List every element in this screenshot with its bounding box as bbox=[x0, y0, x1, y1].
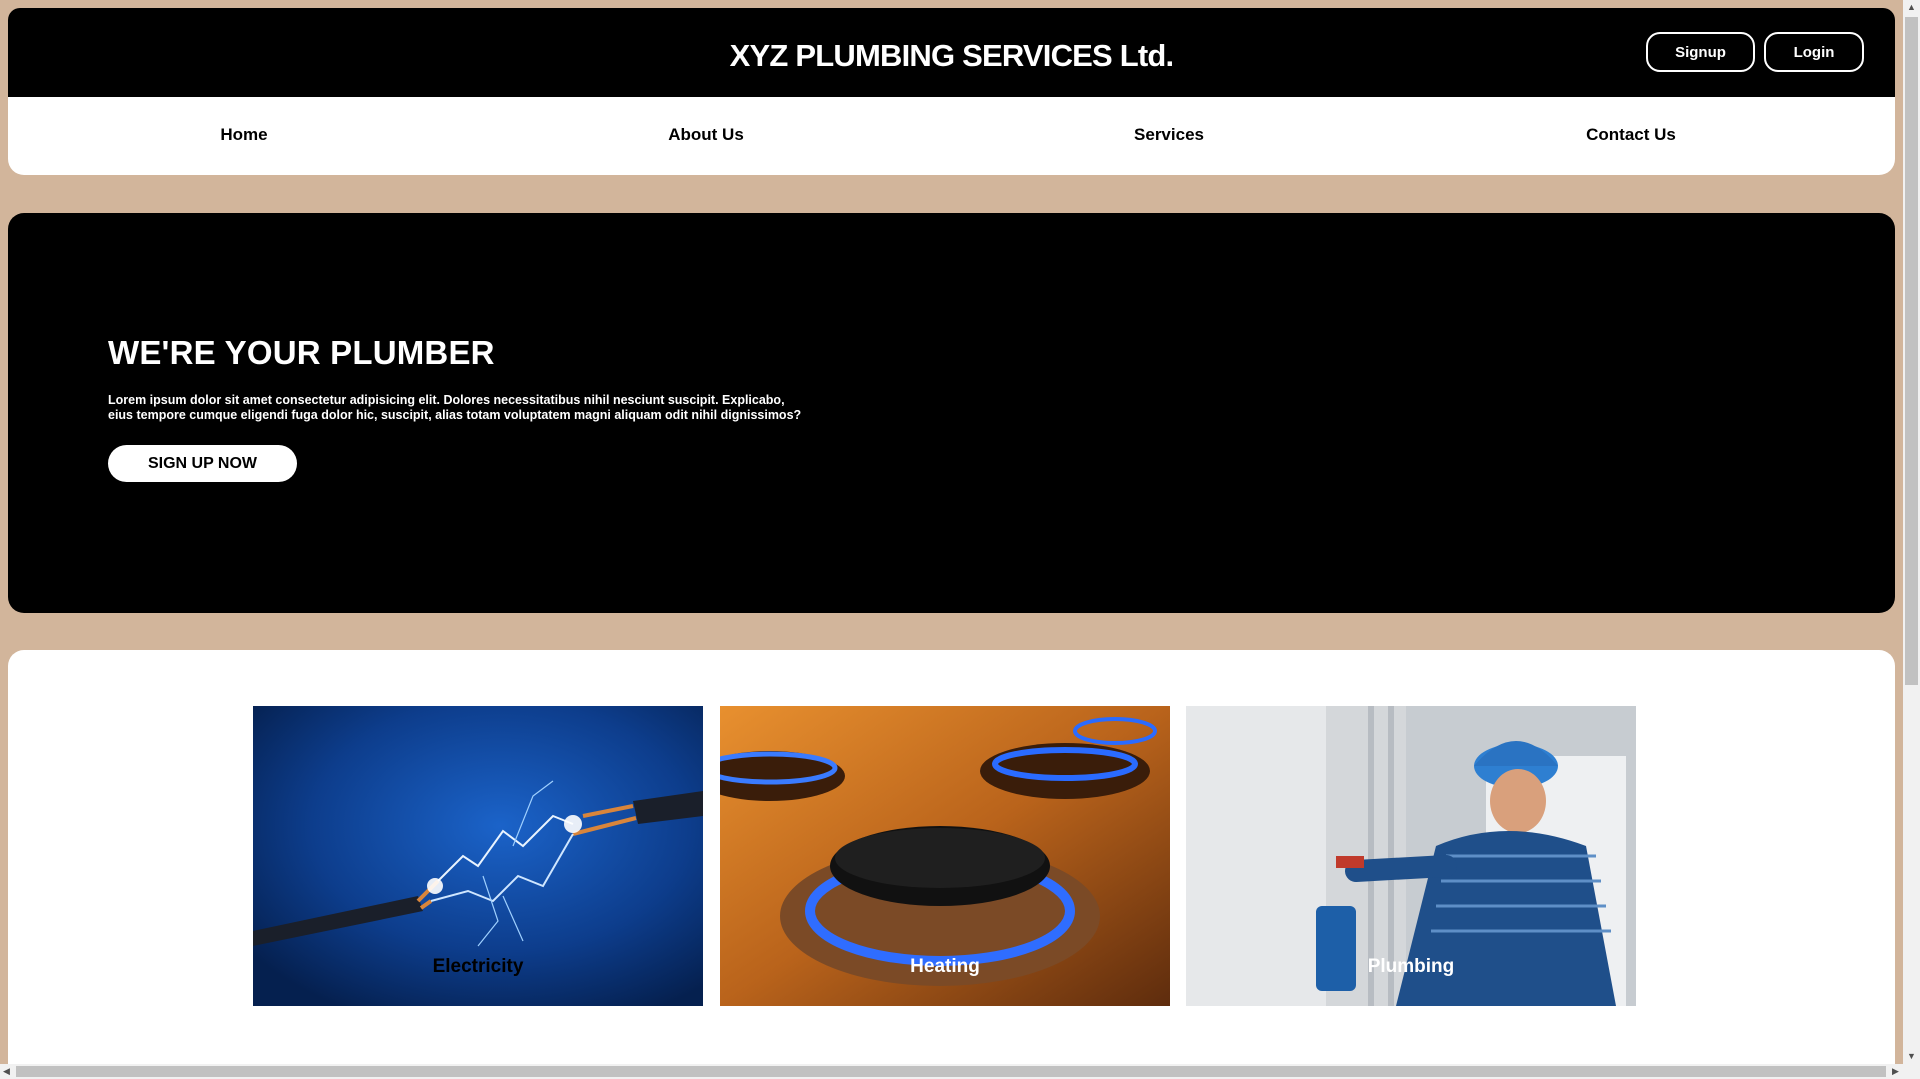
scroll-up-arrow-icon[interactable]: ▲ bbox=[1907, 3, 1916, 12]
scroll-right-arrow-icon[interactable]: ▶ bbox=[1892, 1067, 1899, 1076]
signup-button[interactable]: Signup bbox=[1646, 32, 1755, 72]
service-label-electricity: Electricity bbox=[432, 956, 524, 977]
horizontal-scrollbar-thumb[interactable] bbox=[16, 1066, 1886, 1077]
nav-item-home[interactable]: Home bbox=[220, 125, 267, 145]
service-card-heating[interactable]: Heating bbox=[720, 706, 1170, 1006]
service-card-electricity[interactable]: Electricity bbox=[253, 706, 703, 1006]
nav-item-about-us[interactable]: About Us bbox=[668, 125, 744, 145]
nav-item-services[interactable]: Services bbox=[1134, 125, 1204, 145]
nav-item-contact-us[interactable]: Contact Us bbox=[1586, 125, 1676, 145]
horizontal-scrollbar[interactable]: ◀ ▶ bbox=[0, 1064, 1903, 1079]
hero-text: Lorem ipsum dolor sit amet consectetur a… bbox=[108, 393, 802, 422]
hero-section: WE'RE YOUR PLUMBER Lorem ipsum dolor sit… bbox=[8, 213, 1895, 613]
service-label-heating: Heating bbox=[910, 956, 980, 977]
login-button[interactable]: Login bbox=[1764, 32, 1864, 72]
main-nav: Home About Us Services Contact Us bbox=[8, 97, 1895, 175]
vertical-scrollbar[interactable]: ▲ ▼ bbox=[1903, 0, 1920, 1079]
hero-title: WE'RE YOUR PLUMBER bbox=[108, 334, 495, 371]
service-label-plumbing: Plumbing bbox=[1367, 956, 1455, 977]
service-card-plumbing[interactable]: Plumbing bbox=[1186, 706, 1636, 1006]
brand-title: XYZ PLUMBING SERVICES Ltd. bbox=[729, 38, 1174, 73]
page: XYZ PLUMBING SERVICES Ltd. Signup Login … bbox=[0, 0, 1920, 1079]
sign-up-now-button[interactable]: SIGN UP NOW bbox=[108, 445, 297, 482]
services-section: Electricity Heating Plumbing bbox=[8, 650, 1895, 1079]
header-bar: XYZ PLUMBING SERVICES Ltd. Signup Login bbox=[8, 8, 1895, 97]
vertical-scrollbar-thumb[interactable] bbox=[1905, 17, 1918, 685]
scroll-left-arrow-icon[interactable]: ◀ bbox=[3, 1067, 10, 1076]
scroll-down-arrow-icon[interactable]: ▼ bbox=[1907, 1052, 1916, 1061]
